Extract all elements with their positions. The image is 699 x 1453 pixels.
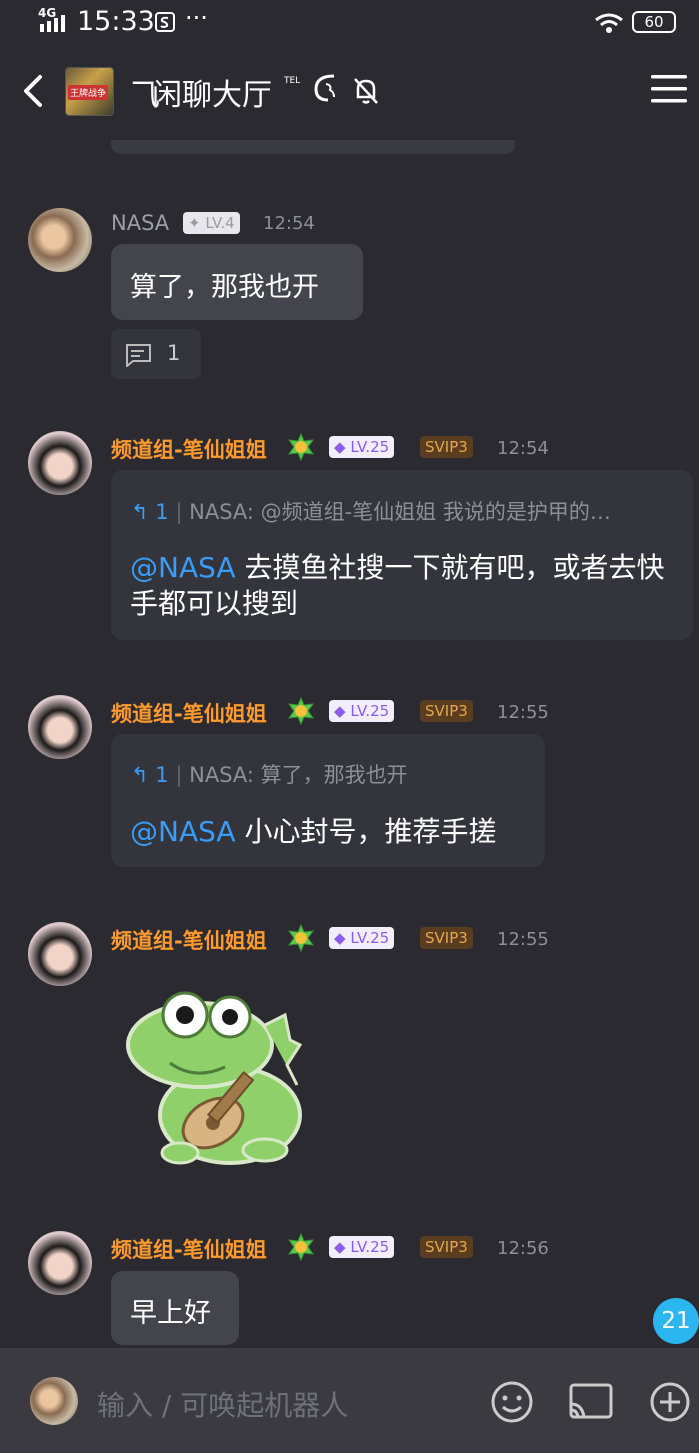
message-time: 12:55 [497,702,549,723]
thread-count: 1 [167,341,181,365]
quoted-text: NASA: @频道组-笔仙姐姐 我说的是护甲的… [189,500,611,524]
group-avatar-logo: 王牌战争 [68,85,109,100]
group-avatar[interactable]: 王牌战争 [65,67,114,116]
message-bubble[interactable]: 早上好 [111,1271,239,1345]
frog-guitar-sticker[interactable] [125,985,315,1170]
avatar[interactable] [28,922,92,986]
thread-reply-chip[interactable]: 1 [111,329,201,379]
message-time: 12:54 [497,438,549,459]
self-avatar[interactable] [30,1377,78,1425]
sender-name[interactable]: NASA [111,211,169,235]
admin-crown-icon [287,697,315,725]
reply-message-card[interactable]: ↰ 1 | NASA: @频道组-笔仙姐姐 我说的是护甲的… @NASA 去摸鱼… [111,470,693,640]
quoted-text: NASA: 算了，那我也开 [189,763,408,787]
comment-icon [126,344,151,367]
sender-name[interactable]: 频道组-笔仙姐姐 [111,1234,267,1264]
level-badge: ◆ LV.25 [329,927,395,949]
channel-type-icon [314,74,335,102]
battery-icon: 60 [632,11,676,33]
reply-quote[interactable]: ↰ 1 | NASA: @频道组-笔仙姐姐 我说的是护甲的… [131,496,676,526]
mute-bell-icon[interactable] [352,76,380,106]
clock: 15:33 [77,6,155,37]
menu-icon[interactable] [651,73,687,105]
avatar[interactable] [28,431,92,495]
admin-crown-icon [287,924,315,952]
avatar[interactable] [28,208,92,272]
mention-link[interactable]: @NASA [130,815,236,848]
sender-name[interactable]: 频道组-笔仙姐姐 [111,925,267,955]
message-time: 12:54 [263,213,315,234]
title-superscript: TEL [284,76,301,86]
screen-share-icon[interactable] [568,1382,614,1422]
vip-badge: SVIP3 [420,436,473,458]
avatar[interactable] [28,1231,92,1295]
notification-s-icon [155,12,175,32]
avatar[interactable] [28,695,92,759]
message-time: 12:56 [497,1238,549,1259]
reply-quote[interactable]: ↰ 1 | NASA: 算了，那我也开 [131,759,531,789]
reply-arrow-icon: ↰ [131,500,149,524]
message-text: @NASA 去摸鱼社搜一下就有吧，或者去快手都可以搜到 [130,551,665,620]
emoji-icon[interactable] [490,1380,534,1424]
wifi-icon [595,13,623,33]
message-text: @NASA 小心封号，推荐手搓 [130,815,497,848]
level-badge: ◆ LV.25 [329,1236,395,1258]
message-time: 12:55 [497,929,549,950]
admin-crown-icon [287,433,315,461]
back-arrow-icon[interactable] [22,74,44,108]
unread-count-badge[interactable]: 21 [653,1298,699,1344]
message-input[interactable]: 输入 / 可唤起机器人 [97,1384,348,1424]
admin-crown-icon [287,1233,315,1261]
level-badge: ◆ LV.25 [329,700,395,722]
message-text: 算了，那我也开 [130,272,319,303]
level-badge: ✦ LV.4 [183,212,240,234]
mention-link[interactable]: @NASA [130,551,236,584]
vip-badge: SVIP3 [420,700,473,722]
vip-badge: SVIP3 [420,1236,473,1258]
more-status-icon: ··· [185,4,208,32]
reply-message-card[interactable]: ↰ 1 | NASA: 算了，那我也开 @NASA 小心封号，推荐手搓 [111,734,545,867]
sender-name[interactable]: 频道组-笔仙姐姐 [111,434,267,464]
message-bubble[interactable]: 算了，那我也开 [111,244,363,320]
reply-arrow-icon: ↰ [131,763,149,787]
message-text: 早上好 [130,1298,211,1329]
sender-name[interactable]: 频道组-笔仙姐姐 [111,698,267,728]
page-title: 闲聊大厅 [152,78,272,113]
status-bar: 4G 15:33 ··· 60 [0,0,699,44]
vip-badge: SVIP3 [420,927,473,949]
level-badge: ◆ LV.25 [329,436,395,458]
signal-icon [40,15,65,32]
add-icon[interactable] [649,1381,691,1423]
